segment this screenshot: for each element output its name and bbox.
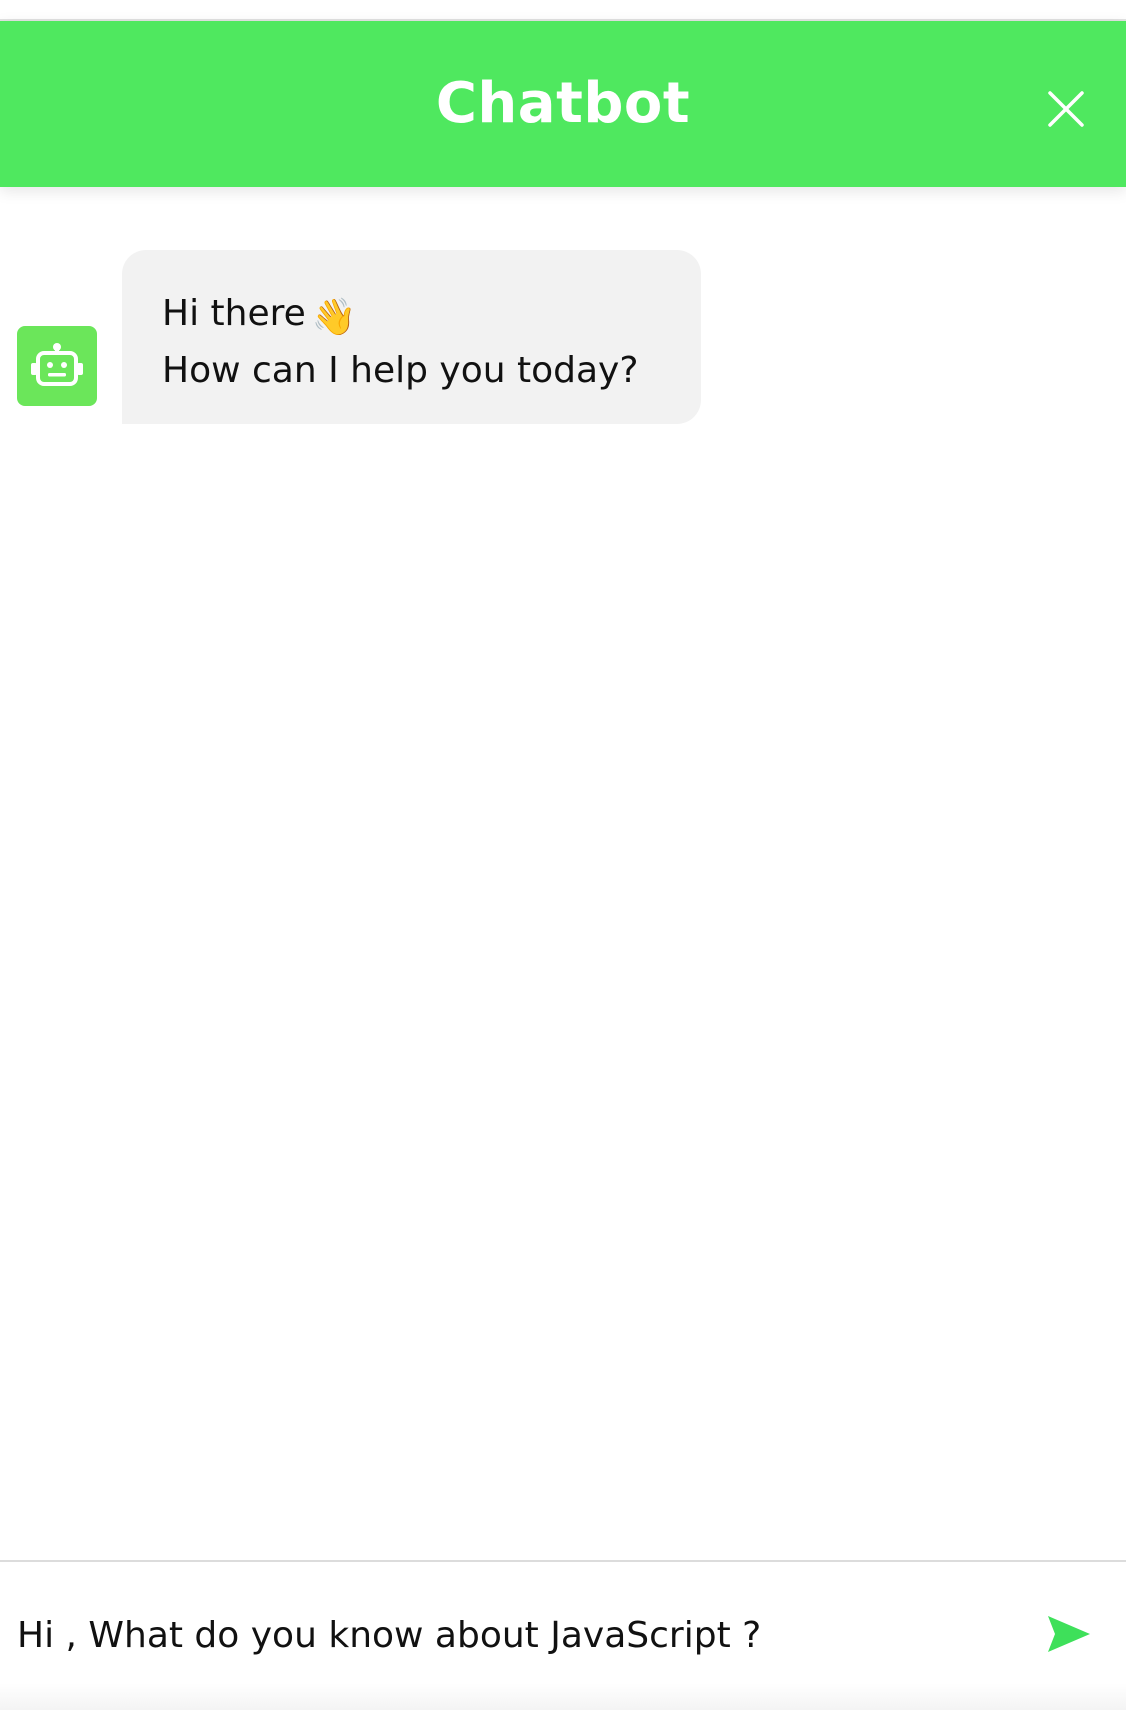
robot-icon: [31, 343, 83, 386]
chatbot-header: Chatbot: [0, 21, 1126, 187]
bot-message-bubble: Hi there 👋 How can I help you today?: [122, 250, 701, 424]
send-icon: [1048, 1616, 1090, 1652]
chatbot-window: Chatbot Hi there 👋 How can I help you to…: [0, 0, 1126, 1710]
waving-hand-icon: 👋: [311, 297, 357, 338]
message-line-greeting: Hi there 👋: [162, 285, 663, 342]
greeting-text: Hi there: [162, 293, 306, 334]
window-top-border: [0, 0, 1126, 21]
bot-avatar: [17, 326, 97, 406]
close-icon: [1048, 91, 1084, 127]
chat-messages: Hi there 👋 How can I help you today?: [0, 187, 1126, 1560]
message-composer: [0, 1560, 1126, 1710]
send-button[interactable]: [1045, 1612, 1093, 1656]
close-button[interactable]: [1040, 83, 1092, 135]
message-input[interactable]: [17, 1608, 997, 1664]
header-title: Chatbot: [435, 71, 691, 136]
message-line-question: How can I help you today?: [162, 350, 639, 391]
